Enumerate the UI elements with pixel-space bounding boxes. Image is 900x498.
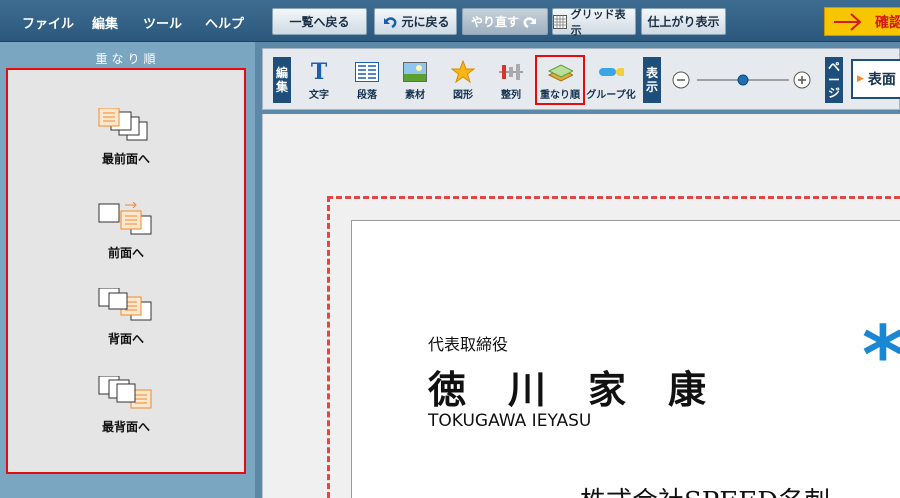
text-icon: T [310, 59, 328, 85]
group-tool[interactable]: グループ化 [586, 57, 636, 103]
group-icon [598, 60, 624, 84]
undo-icon [384, 16, 397, 28]
align-tool[interactable]: 整列 [489, 57, 533, 103]
layer-order-tool-label: 重なり順 [540, 90, 580, 101]
material-tool[interactable]: 素材 [393, 57, 437, 103]
image-icon [402, 60, 428, 84]
shape-tool-label: 図形 [453, 90, 473, 101]
layer-order-panel: 最前面へ 前面へ 背面へ 最背面へ [6, 68, 246, 474]
zoom-slider-thumb[interactable] [737, 74, 749, 86]
back-to-list-button[interactable]: 一覧へ戻る [272, 8, 367, 35]
send-backward-button[interactable]: 背面へ [8, 288, 244, 347]
page-label-char: ー [827, 72, 840, 87]
undo-button[interactable]: 元に戻る [374, 8, 457, 35]
redo-icon [523, 16, 536, 28]
grid-toggle-button[interactable]: グリッド表示 [552, 7, 636, 37]
layer-order-tool[interactable]: 重なり順 [535, 55, 585, 105]
page-side-label: 表面 [867, 72, 896, 88]
bring-to-front-label: 最前面へ [101, 152, 150, 166]
finish-preview-button[interactable]: 仕上がり表示 [641, 8, 726, 35]
redo-button[interactable]: やり直す [462, 8, 548, 35]
redo-label: やり直す [470, 15, 519, 29]
menu-tools[interactable]: ツール [143, 13, 182, 32]
bring-forward-icon [98, 202, 152, 235]
bring-to-front-button[interactable]: 最前面へ [8, 108, 244, 167]
play-icon: ▶ [857, 74, 864, 84]
left-panel: 重なり順 最前面へ 前面へ 背面へ 最背面へ [0, 42, 255, 498]
layers-icon [547, 60, 573, 84]
panel-title: 重なり順 [95, 52, 160, 66]
send-to-back-button[interactable]: 最背面へ [8, 376, 244, 435]
edit-section-label: 編 集 [273, 57, 291, 103]
page-label-char: ジ [827, 85, 840, 100]
arrow-right-icon [834, 12, 862, 31]
zoom-slider[interactable] [671, 69, 811, 91]
page-section-label: ペ ー ジ [825, 57, 843, 103]
bring-forward-label: 前面へ [107, 246, 144, 260]
back-to-list-label: 一覧へ戻る [289, 15, 350, 29]
material-tool-label: 素材 [405, 90, 425, 101]
business-card[interactable]: 代表取締役 徳 川 家 康 TOKUGAWA IEYASU 株式会社SPEED名… [351, 220, 900, 498]
menu-help[interactable]: ヘルプ [205, 13, 244, 32]
text-tool-label: 文字 [309, 90, 329, 101]
card-romaji[interactable]: TOKUGAWA IEYASU [428, 411, 591, 431]
view-label-char: 示 [645, 80, 658, 94]
text-tool[interactable]: T 文字 [297, 57, 341, 103]
send-backward-icon [98, 288, 152, 321]
top-menu-bar: ファイル 編集 ツール ヘルプ 一覧へ戻る 元に戻る やり直す グリッド表示 仕… [0, 0, 900, 42]
card-name[interactable]: 徳 川 家 康 [428, 359, 708, 414]
bring-to-front-icon [98, 108, 148, 141]
edit-toolbar: 編 集 T 文字 段落 素材 図形 整列 重なり順 グループ化 表 示 ペ ー … [262, 48, 900, 110]
view-section-label: 表 示 [643, 57, 661, 103]
bring-forward-button[interactable]: 前面へ [8, 202, 244, 261]
paragraph-tool[interactable]: 段落 [345, 57, 389, 103]
shape-tool[interactable]: 図形 [441, 57, 485, 103]
page-label-char: ペ [827, 59, 840, 74]
menu-file[interactable]: ファイル [22, 13, 74, 32]
edit-label-char: 編 [275, 66, 288, 80]
grid-toggle-label: グリッド表示 [570, 7, 626, 37]
finish-preview-label: 仕上がり表示 [647, 15, 720, 29]
align-tool-label: 整列 [501, 90, 521, 101]
paragraph-tool-label: 段落 [357, 90, 377, 101]
card-company[interactable]: 株式会社SPEED名刺 [580, 481, 830, 498]
send-backward-label: 背面へ [107, 332, 144, 346]
confirm-label: 確認 [875, 14, 900, 31]
grid-icon [553, 14, 567, 29]
menu-edit[interactable]: 編集 [92, 13, 118, 32]
confirm-button[interactable]: 確認 [824, 7, 900, 36]
page-side-selector[interactable]: ▶ 表面 [851, 59, 900, 99]
card-logo[interactable]: * [862, 309, 900, 402]
edit-label-char: 集 [275, 80, 288, 94]
view-label-char: 表 [645, 66, 658, 80]
send-to-back-label: 最背面へ [101, 420, 150, 434]
star-icon [450, 60, 476, 84]
send-to-back-icon [98, 376, 152, 409]
paragraph-icon [354, 60, 380, 84]
align-icon [498, 60, 524, 84]
card-title[interactable]: 代表取締役 [428, 331, 508, 355]
group-tool-label: グループ化 [586, 90, 636, 101]
undo-label: 元に戻る [401, 15, 450, 29]
